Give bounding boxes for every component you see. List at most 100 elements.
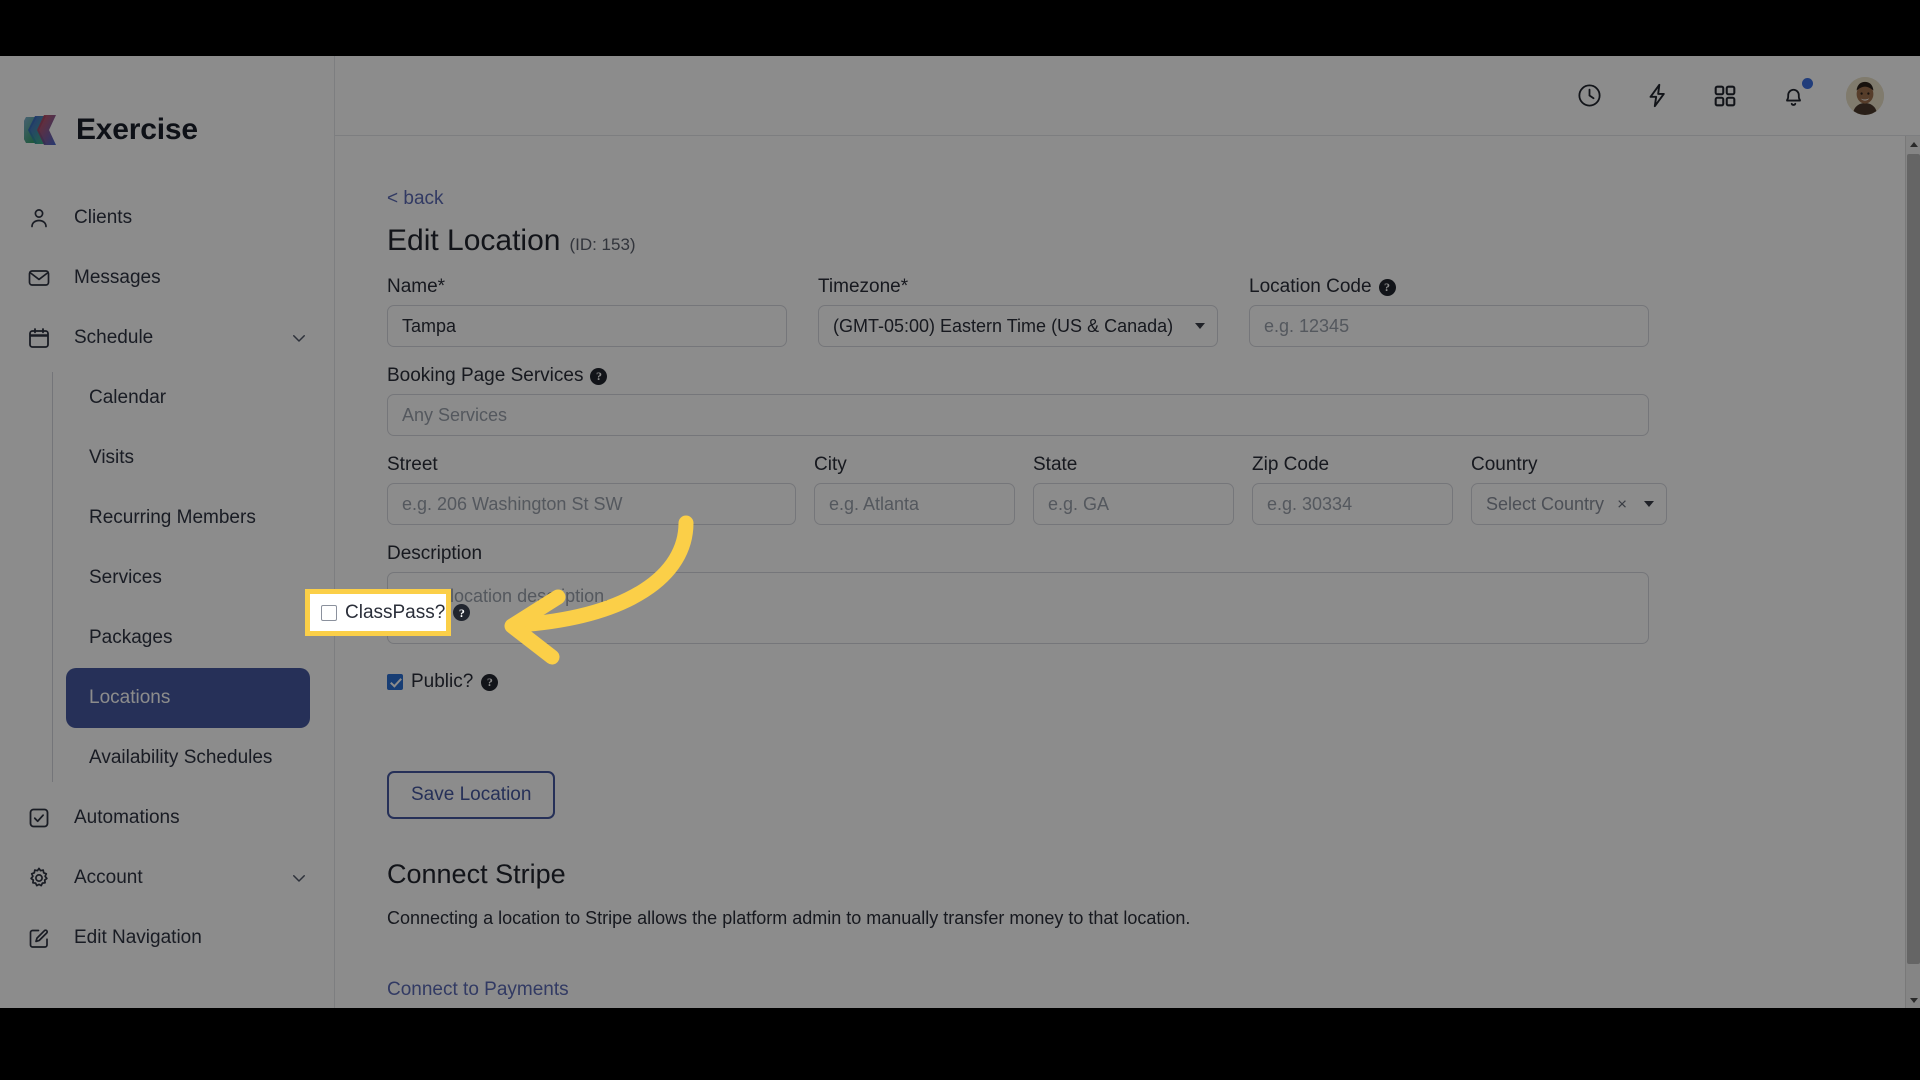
sidebar-nav: Clients Messages Schedule Calendar Visit… <box>0 188 334 968</box>
save-location-button[interactable]: Save Location <box>387 771 556 819</box>
field-street: Street <box>387 454 796 525</box>
field-label-country: Country <box>1471 454 1538 475</box>
sidebar: Exercise Clients Messages Schedule Calen… <box>0 56 335 1008</box>
page-title-text: Edit Location <box>387 224 561 257</box>
sidebar-item-packages[interactable]: Packages <box>66 608 334 668</box>
form-row-address: Street City State Zip Code Country × <box>387 454 1906 525</box>
sidebar-item-messages[interactable]: Messages <box>0 248 334 308</box>
chevron-down-icon <box>290 869 308 887</box>
field-country: Country × <box>1471 454 1667 525</box>
field-label-description: Description <box>387 543 483 564</box>
help-icon[interactable]: ? <box>590 367 608 385</box>
person-icon <box>26 205 52 231</box>
lightning-icon[interactable] <box>1642 81 1672 111</box>
sidebar-item-services[interactable]: Services <box>66 548 334 608</box>
field-state: State <box>1033 454 1234 525</box>
scroll-down-arrow-icon[interactable] <box>1906 992 1920 1008</box>
classpass-checkbox-row: ClassPass? ? <box>321 601 471 624</box>
sidebar-item-schedule[interactable]: Schedule <box>0 308 334 368</box>
sidebar-item-label: Schedule <box>74 327 154 348</box>
connect-stripe-description: Connecting a location to Stripe allows t… <box>387 908 1191 928</box>
sidebar-subitem-label: Availability Schedules <box>89 747 273 768</box>
form-row-description: Description <box>387 543 1906 649</box>
connect-stripe-title: Connect Stripe <box>387 859 566 889</box>
country-select-value[interactable] <box>1471 483 1667 525</box>
clear-country-icon[interactable]: × <box>1617 496 1627 513</box>
timezone-select-value[interactable] <box>818 305 1218 347</box>
classpass-checkbox[interactable] <box>321 604 337 621</box>
calendar-icon <box>26 325 52 351</box>
form-row-identity: Name* Timezone* Location Code ? <box>387 276 1906 347</box>
back-link[interactable]: < back <box>387 188 444 210</box>
description-textarea[interactable] <box>387 572 1649 644</box>
field-city: City <box>814 454 1015 525</box>
sidebar-item-locations[interactable]: Locations <box>66 668 310 728</box>
field-name: Name* <box>387 276 787 347</box>
sidebar-item-recurring-members[interactable]: Recurring Members <box>66 488 334 548</box>
sidebar-subitem-label: Recurring Members <box>89 507 256 528</box>
public-checkbox-row: Public? ? <box>387 671 1906 693</box>
sidebar-item-label: Account <box>74 867 143 888</box>
gear-icon <box>26 865 52 891</box>
location-code-input[interactable] <box>1249 305 1649 347</box>
field-label-text: Location Code <box>1249 276 1372 297</box>
zip-input[interactable] <box>1252 483 1453 525</box>
checkbox-square-icon <box>26 805 52 831</box>
field-label-text: Booking Page Services <box>387 365 584 386</box>
help-icon[interactable]: ? <box>453 604 471 621</box>
scrollbar-thumb[interactable] <box>1907 154 1920 964</box>
pencil-square-icon <box>26 925 52 951</box>
country-select[interactable]: × <box>1471 483 1667 525</box>
sidebar-subitem-label: Packages <box>89 627 173 648</box>
field-zip: Zip Code <box>1252 454 1453 525</box>
field-description: Description <box>387 543 1649 649</box>
sidebar-item-calendar[interactable]: Calendar <box>66 368 334 428</box>
page-title-id: (ID: 153) <box>569 235 636 254</box>
field-timezone: Timezone* <box>818 276 1218 347</box>
help-icon[interactable]: ? <box>481 673 499 691</box>
sidebar-item-automations[interactable]: Automations <box>0 788 334 848</box>
connect-to-payments-link[interactable]: Connect to Payments <box>387 979 569 1001</box>
sidebar-item-label: Messages <box>74 267 161 288</box>
notification-badge <box>1802 77 1813 89</box>
schedule-subnav: Calendar Visits Recurring Members Servic… <box>52 368 334 788</box>
scroll-up-arrow-icon[interactable] <box>1906 136 1920 152</box>
bell-icon[interactable] <box>1778 77 1813 111</box>
field-location-code: Location Code ? <box>1249 276 1649 347</box>
app-window: Exercise Clients Messages Schedule Calen… <box>0 56 1920 1008</box>
clock-icon[interactable] <box>1574 81 1604 111</box>
top-header <box>335 56 1920 136</box>
envelope-icon <box>26 265 52 291</box>
field-label-booking-page-services: Booking Page Services ? <box>387 365 1649 387</box>
sidebar-item-label: Edit Navigation <box>74 927 202 948</box>
name-input[interactable] <box>387 305 787 347</box>
state-input[interactable] <box>1033 483 1234 525</box>
vertical-scrollbar[interactable] <box>1905 136 1920 1008</box>
street-input[interactable] <box>387 483 796 525</box>
sidebar-item-account[interactable]: Account <box>0 848 334 908</box>
city-input[interactable] <box>814 483 1015 525</box>
sidebar-subitem-label: Calendar <box>89 387 167 408</box>
classpass-highlight-box: ClassPass? ? <box>305 589 471 636</box>
sidebar-item-edit-navigation[interactable]: Edit Navigation <box>0 908 334 968</box>
sidebar-subitem-label: Visits <box>89 447 135 468</box>
sidebar-item-visits[interactable]: Visits <box>66 428 334 488</box>
classpass-checkbox-row-placeholder <box>387 721 1906 749</box>
sidebar-item-availability-schedules[interactable]: Availability Schedules <box>66 728 334 788</box>
sidebar-item-label: Clients <box>74 207 133 228</box>
timezone-select[interactable] <box>818 305 1218 347</box>
grid-apps-icon[interactable] <box>1710 81 1740 111</box>
exercise-logo-icon <box>19 113 60 147</box>
page-title: Edit Location (ID: 153) <box>387 224 1906 258</box>
sidebar-item-clients[interactable]: Clients <box>0 188 334 248</box>
field-label-name: Name* <box>387 276 446 297</box>
help-icon[interactable]: ? <box>1378 278 1396 296</box>
field-label-zip: Zip Code <box>1252 454 1330 475</box>
classpass-checkbox-label: ClassPass? <box>345 601 446 623</box>
form-row-booking-services: Booking Page Services ? <box>387 365 1906 436</box>
public-checkbox[interactable] <box>387 674 403 690</box>
booking-page-services-input[interactable] <box>387 394 1649 436</box>
user-avatar[interactable] <box>1846 76 1884 115</box>
chevron-down-icon <box>290 329 308 347</box>
brand[interactable]: Exercise <box>0 56 334 166</box>
